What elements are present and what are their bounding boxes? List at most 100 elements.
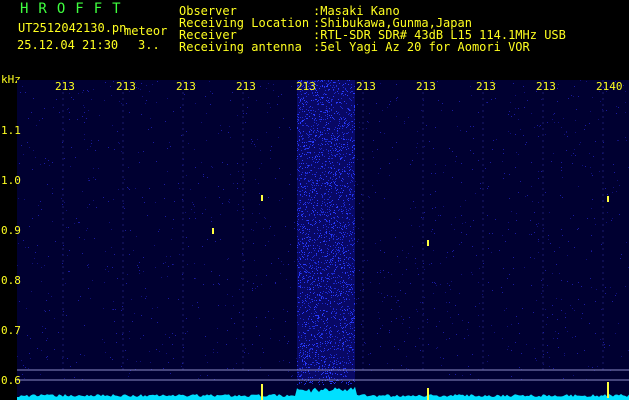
signal-dot: [340, 260, 341, 261]
noise-dot: [513, 284, 514, 285]
signal-dot: [331, 139, 332, 140]
signal-dot: [331, 167, 332, 168]
signal-dot: [354, 233, 355, 234]
signal-dot: [336, 149, 337, 150]
signal-dot: [343, 249, 344, 250]
noise-dot: [281, 261, 282, 262]
noise-dot: [437, 81, 438, 82]
signal-dot: [299, 129, 300, 130]
signal-dot: [342, 126, 343, 127]
signal-dot: [321, 296, 322, 297]
signal-dot: [325, 161, 326, 162]
signal-dot: [335, 264, 336, 265]
signal-dot: [297, 221, 298, 222]
noise-dot: [384, 198, 385, 199]
antenna-label: Receiving antenna: [179, 40, 302, 54]
noise-dot: [376, 103, 377, 104]
signal-dot: [336, 102, 337, 103]
signal-dot: [339, 367, 340, 368]
noise-dot: [217, 352, 218, 353]
signal-dot: [333, 85, 334, 86]
signal-dot: [348, 125, 349, 126]
signal-dot: [330, 260, 331, 261]
signal-dot: [309, 328, 310, 329]
signal-dot: [323, 280, 324, 281]
noise-dot: [38, 205, 39, 206]
noise-dot: [449, 374, 450, 375]
noise-dot: [499, 250, 500, 251]
noise-dot: [167, 171, 168, 172]
signal-dot: [337, 296, 338, 297]
signal-dot: [332, 148, 333, 149]
noise-dot: [367, 260, 368, 261]
signal-dot: [330, 82, 331, 83]
signal-dot: [312, 159, 313, 160]
noise-dot: [612, 301, 613, 302]
signal-dot: [341, 244, 342, 245]
signal-dot: [312, 277, 313, 278]
noise-dot: [56, 99, 57, 100]
signal-dot: [318, 104, 319, 105]
noise-dot: [562, 235, 563, 236]
signal-dot: [340, 363, 341, 364]
signal-dot: [304, 287, 305, 288]
signal-dot: [311, 213, 312, 214]
signal-dot: [320, 295, 321, 296]
noise-dot: [259, 335, 260, 336]
signal-dot: [299, 332, 300, 333]
noise-dot: [564, 134, 565, 135]
noise-dot: [152, 308, 153, 309]
signal-dot: [322, 134, 323, 135]
signal-dot: [312, 349, 313, 350]
signal-dot: [326, 161, 327, 162]
signal-dot: [328, 153, 329, 154]
signal-dot: [322, 214, 323, 215]
signal-dot: [344, 167, 345, 168]
signal-dot: [313, 275, 314, 276]
signal-dot: [354, 145, 355, 146]
signal-dot: [313, 362, 314, 363]
signal-dot: [320, 188, 321, 189]
signal-dot: [308, 318, 309, 319]
signal-dot: [349, 299, 350, 300]
signal-dot: [350, 311, 351, 312]
noise-dot: [155, 202, 156, 203]
noise-dot: [211, 166, 212, 167]
signal-dot: [302, 168, 303, 169]
noise-dot: [591, 251, 592, 252]
noise-dot: [537, 125, 538, 126]
signal-dot: [298, 372, 299, 373]
noise-dot: [199, 318, 200, 319]
noise-dot: [429, 141, 430, 142]
signal-dot: [326, 233, 327, 234]
signal-dot: [310, 348, 311, 349]
signal-dot: [297, 252, 298, 253]
signal-dot: [307, 358, 308, 359]
signal-dot: [333, 273, 334, 274]
signal-dot: [350, 231, 351, 232]
signal-dot: [300, 296, 301, 297]
signal-dot: [300, 208, 301, 209]
signal-dot: [298, 267, 299, 268]
signal-dot: [345, 293, 346, 294]
noise-dot: [559, 273, 560, 274]
noise-dot: [449, 148, 450, 149]
noise-dot: [362, 200, 363, 201]
signal-dot: [323, 212, 324, 213]
noise-dot: [389, 332, 390, 333]
signal-dot: [350, 115, 351, 116]
noise-dot: [426, 125, 427, 126]
signal-dot: [316, 343, 317, 344]
signal-dot: [333, 295, 334, 296]
signal-dot: [344, 319, 345, 320]
noise-dot: [401, 316, 402, 317]
signal-dot: [333, 236, 334, 237]
noise-dot: [487, 188, 488, 189]
signal-dot: [302, 302, 303, 303]
signal-dot: [312, 182, 313, 183]
noise-dot: [116, 342, 117, 343]
signal-dot: [340, 149, 341, 150]
signal-dot: [304, 361, 305, 362]
signal-dot: [332, 346, 333, 347]
signal-dot: [307, 202, 308, 203]
